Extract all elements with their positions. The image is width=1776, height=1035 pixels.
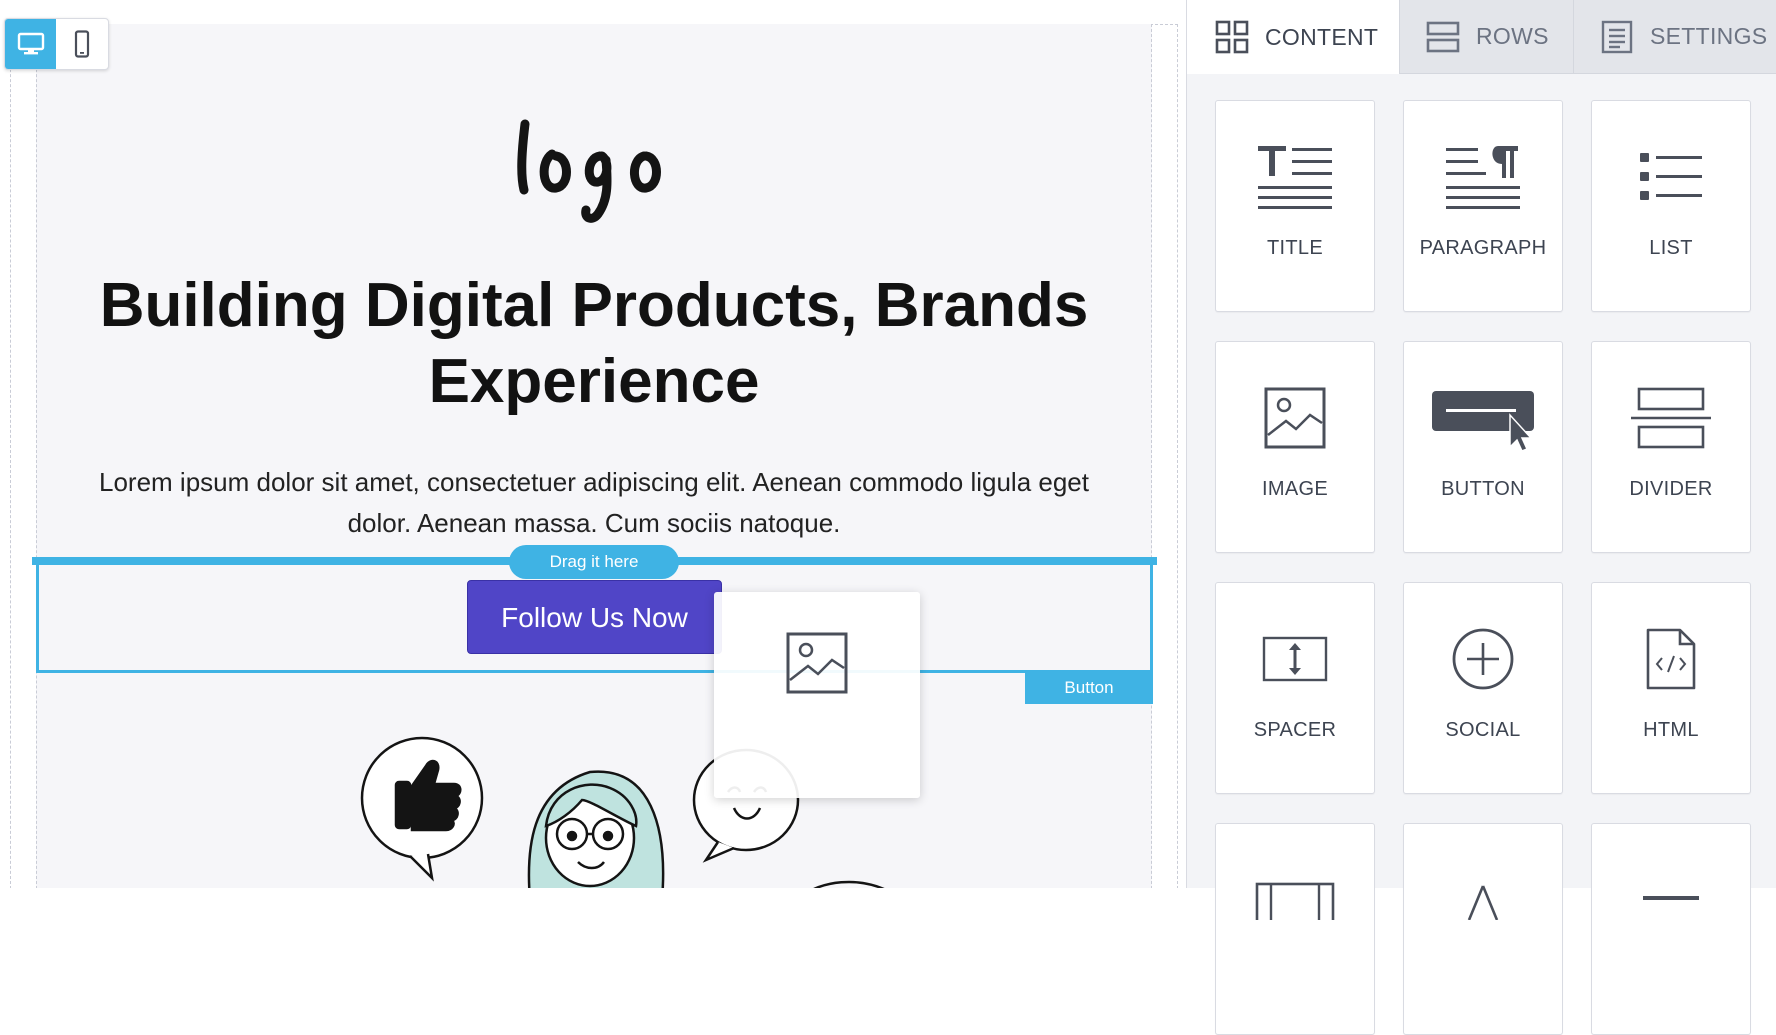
block-list[interactable]: LIST [1591,100,1751,312]
html-icon [1646,628,1696,690]
paragraph-line-1: Lorem ipsum dolor sit amet, consectetuer… [99,467,1089,497]
image-icon [786,632,848,694]
menu-icon [1643,896,1699,900]
block-button-label: BUTTON [1441,478,1525,500]
block-divider-label: DIVIDER [1629,478,1713,500]
button-icon [1432,391,1534,451]
video-icon [1255,882,1335,920]
headline[interactable]: Building Digital Products, Brands Experi… [40,268,1148,420]
tab-rows[interactable]: ROWS [1399,0,1573,74]
block-title-label: TITLE [1267,237,1323,259]
tab-settings-label: SETTINGS [1650,23,1768,49]
block-button[interactable]: BUTTON [1403,341,1563,553]
thumbs-up-bubble [360,736,484,882]
block-type-tag[interactable]: Button [1025,672,1153,704]
list-icon [1640,153,1702,200]
mobile-icon [74,30,89,58]
block-spacer[interactable]: SPACER [1215,582,1375,794]
block-list-label: LIST [1649,237,1693,259]
block-image-label: IMAGE [1262,478,1328,500]
block-social[interactable]: SOCIAL [1403,582,1563,794]
logo[interactable] [500,104,690,234]
settings-icon [1600,20,1634,54]
tab-settings[interactable]: SETTINGS [1573,0,1776,74]
tab-rows-label: ROWS [1476,23,1549,49]
intro-paragraph[interactable]: Lorem ipsum dolor sit amet, consectetuer… [60,462,1128,544]
rows-icon [1426,20,1460,54]
tab-content-label: CONTENT [1265,23,1379,50]
block-divider[interactable]: DIVIDER [1591,341,1751,553]
paragraph-icon [1446,146,1520,209]
block-html-label: HTML [1643,719,1699,741]
block-image[interactable]: IMAGE [1215,341,1375,553]
block-video[interactable] [1215,823,1375,1035]
divider-icon [1631,387,1711,449]
paragraph-line-2: dolor. Aenean massa. Cum sociis natoque. [347,508,841,538]
drag-preview-image-block[interactable] [714,592,920,798]
email-canvas[interactable]: Building Digital Products, Brands Experi… [0,0,1186,888]
headline-line-2: Experience [428,347,760,416]
grid-icon [1215,20,1249,54]
sidebar-tabs: CONTENT ROWS SETTINGS [1187,0,1776,74]
device-toggle [4,18,109,70]
mobile-view-button[interactable] [56,19,107,69]
block-menu[interactable] [1591,823,1751,1035]
block-icon[interactable] [1403,823,1563,1035]
image-icon [1264,387,1326,449]
desktop-view-button[interactable] [5,19,56,69]
title-icon [1258,146,1332,209]
headline-line-1: Building Digital Products, Brands [99,271,1089,340]
follow-us-button[interactable]: Follow Us Now [467,580,722,654]
block-paragraph[interactable]: PARAGRAPH [1403,100,1563,312]
block-title[interactable]: TITLE [1215,100,1375,312]
girl-figure [527,770,665,888]
desktop-icon [17,32,44,55]
drop-hint-badge: Drag it here [509,545,679,579]
block-html[interactable]: HTML [1591,582,1751,794]
builder-sidebar: CONTENT ROWS SETTINGS TITLE PARAGRAPH LI… [1186,0,1776,1035]
block-spacer-label: SPACER [1253,719,1337,741]
spacer-icon [1262,636,1328,682]
triangle-icon [1467,885,1499,920]
social-icon [1452,628,1514,690]
tab-content[interactable]: CONTENT [1187,0,1399,74]
block-social-label: SOCIAL [1445,719,1521,741]
block-paragraph-label: PARAGRAPH [1419,237,1547,259]
